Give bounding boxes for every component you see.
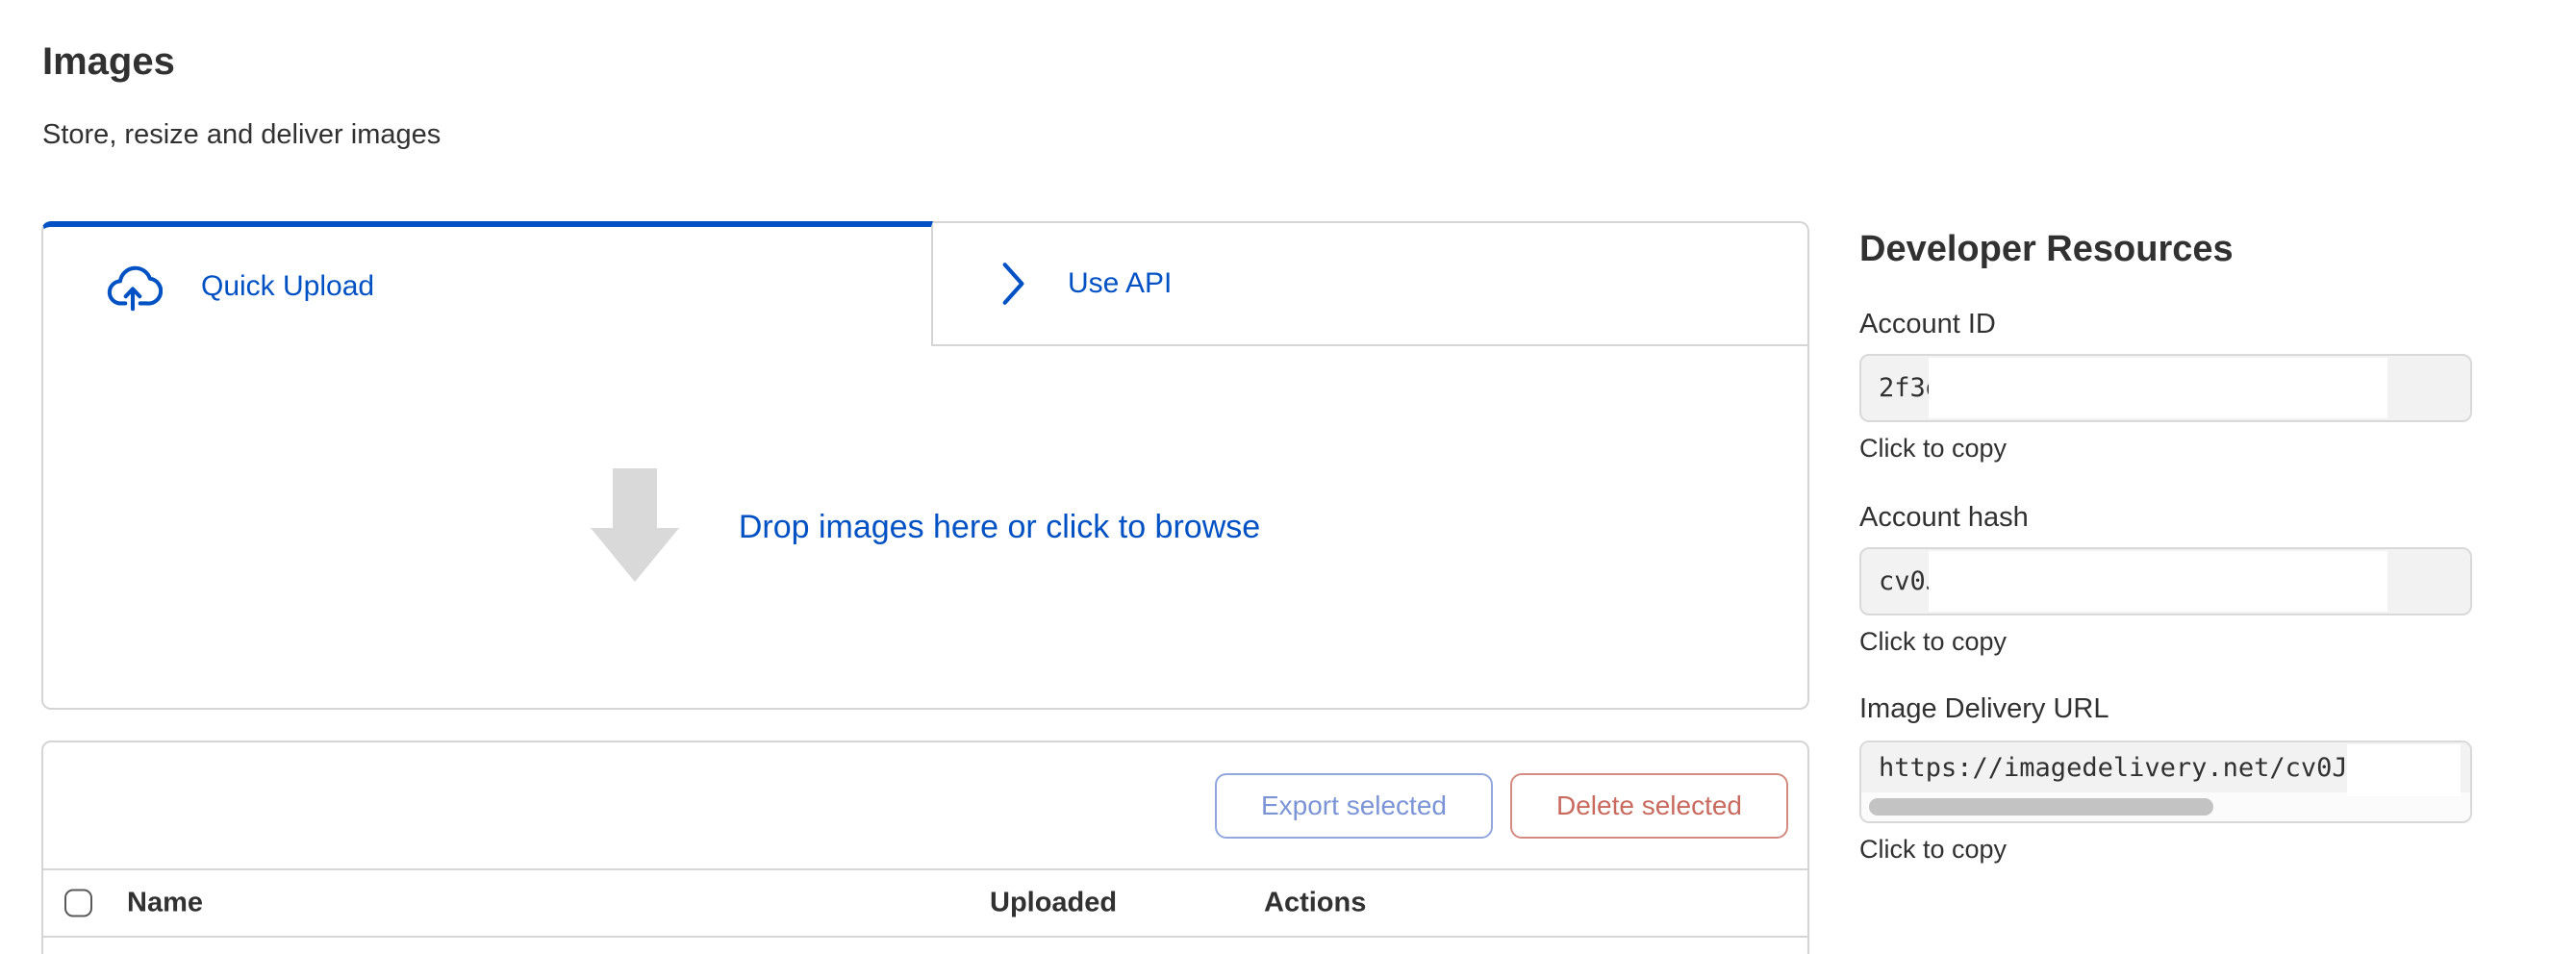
redaction-overlay bbox=[1929, 551, 2387, 612]
tab-quick-upload-label: Quick Upload bbox=[201, 270, 374, 303]
upload-tabs: Quick Upload Use API bbox=[41, 221, 1809, 346]
image-dropzone[interactable]: Drop images here or click to browse bbox=[41, 346, 1809, 710]
developer-resources-panel: Developer Resources Account ID 2f3d Clic… bbox=[1859, 221, 2472, 865]
image-delivery-url-copy-hint: Click to copy bbox=[1859, 835, 2472, 865]
horizontal-scrollbar-thumb[interactable] bbox=[1869, 798, 2213, 816]
account-hash-field[interactable]: cv0J bbox=[1859, 547, 2472, 615]
column-header-actions: Actions bbox=[1264, 888, 1366, 919]
page-title: Images bbox=[42, 38, 441, 85]
images-table-card: Export selected Delete selected Name Upl… bbox=[41, 741, 1809, 954]
chevron-right-icon bbox=[997, 260, 1029, 308]
tab-use-api-label: Use API bbox=[1068, 267, 1172, 300]
dropzone-label: Drop images here or click to browse bbox=[739, 509, 1260, 546]
column-header-name: Name bbox=[127, 888, 203, 919]
image-delivery-url-field[interactable]: https://imagedelivery.net/cv0JSj : bbox=[1859, 741, 2472, 823]
redaction-overlay bbox=[2347, 744, 2461, 796]
account-id-label: Account ID bbox=[1859, 309, 2472, 340]
page-header: Images Store, resize and deliver images bbox=[42, 38, 441, 151]
image-delivery-url-label: Image Delivery URL bbox=[1859, 693, 2472, 725]
column-header-uploaded: Uploaded bbox=[990, 888, 1117, 919]
upload-card: Quick Upload Use API Drop images here or… bbox=[41, 221, 1809, 710]
developer-resources-heading: Developer Resources bbox=[1859, 229, 2472, 270]
page-subtitle: Store, resize and deliver images bbox=[42, 119, 441, 151]
delete-selected-button[interactable]: Delete selected bbox=[1510, 773, 1788, 839]
images-toolbar: Export selected Delete selected bbox=[43, 742, 1807, 870]
image-delivery-url-suffix: : bbox=[2465, 754, 2472, 789]
account-hash-label: Account hash bbox=[1859, 502, 2472, 534]
table-header-row: Name Uploaded Actions bbox=[43, 870, 1807, 938]
tab-use-api[interactable]: Use API bbox=[933, 221, 1809, 346]
select-all-checkbox[interactable] bbox=[64, 890, 92, 917]
arrow-down-icon bbox=[591, 468, 679, 587]
account-id-field[interactable]: 2f3d bbox=[1859, 354, 2472, 422]
redaction-overlay bbox=[1929, 358, 2387, 418]
account-hash-copy-hint: Click to copy bbox=[1859, 627, 2472, 657]
tab-quick-upload[interactable]: Quick Upload bbox=[41, 221, 933, 346]
export-selected-button[interactable]: Export selected bbox=[1215, 773, 1493, 839]
account-id-copy-hint: Click to copy bbox=[1859, 434, 2472, 464]
cloud-upload-icon bbox=[103, 257, 163, 316]
